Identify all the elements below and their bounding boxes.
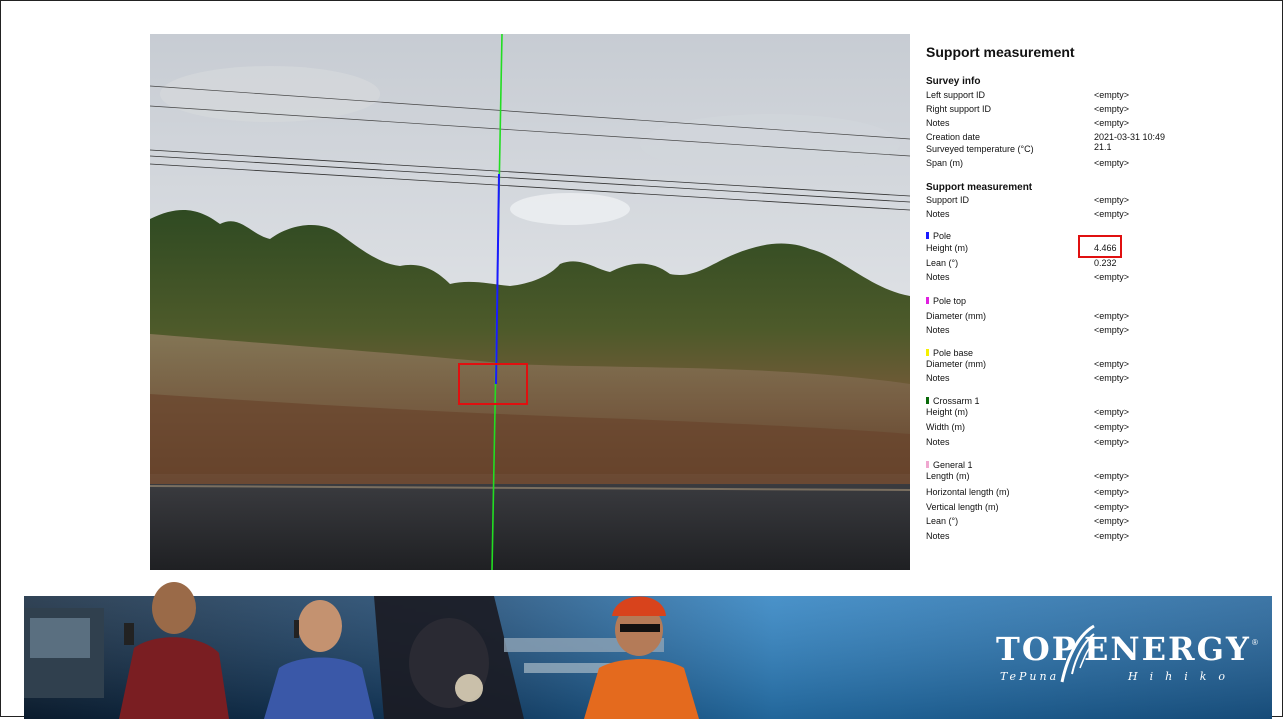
field-value[interactable]: <empty> [1094, 209, 1129, 220]
field-label: Support ID [926, 195, 970, 205]
layer-name: Crossarm 1 [933, 396, 980, 406]
field-general-horizontal-length[interactable]: Horizontal length (m) <empty> [926, 487, 1266, 498]
field-value[interactable]: <empty> [1094, 311, 1129, 322]
support-measurement-heading: Support measurement [926, 182, 1033, 193]
field-support-id[interactable]: Support ID <empty> [926, 195, 1266, 206]
field-general-lean[interactable]: Lean (°) <empty> [926, 516, 1266, 527]
field-label: Length (m) [926, 471, 970, 481]
field-label: Horizontal length (m) [926, 487, 1010, 497]
field-label: Vertical length (m) [926, 502, 999, 512]
field-value[interactable]: <empty> [1094, 373, 1129, 384]
field-label: Notes [926, 209, 950, 219]
field-label: Notes [926, 272, 950, 282]
field-value[interactable]: <empty> [1094, 325, 1129, 336]
field-label: Lean (°) [926, 516, 959, 526]
field-pole-top-diameter[interactable]: Diameter (mm) <empty> [926, 311, 1266, 322]
field-label: Height (m) [926, 407, 969, 417]
field-value[interactable]: <empty> [1094, 437, 1129, 448]
crossarm-color-swatch [926, 397, 929, 404]
field-pole-base-diameter[interactable]: Diameter (mm) <empty> [926, 359, 1266, 370]
field-span[interactable]: Span (m) <empty> [926, 158, 1266, 169]
logo-swoosh-icon [1060, 624, 1095, 683]
field-value[interactable]: <empty> [1094, 195, 1129, 206]
logo-word-energy: ENERGY [1084, 630, 1251, 668]
field-general-notes[interactable]: Notes <empty> [926, 531, 1266, 542]
pole-top-color-swatch [926, 297, 929, 304]
field-label: Diameter (mm) [926, 311, 986, 321]
layer-pole[interactable]: Pole [926, 231, 951, 242]
field-label: Notes [926, 325, 950, 335]
field-value[interactable]: <empty> [1094, 359, 1129, 370]
field-label: Notes [926, 118, 950, 128]
panel-title: Support measurement [926, 44, 1075, 60]
layer-name: Pole base [933, 348, 974, 358]
field-right-support-id[interactable]: Right support ID <empty> [926, 104, 1266, 115]
field-surveyed-temperature[interactable]: Surveyed temperature (°C) 21.1 [926, 142, 1266, 154]
layer-pole-top[interactable]: Pole top [926, 296, 966, 307]
field-support-notes[interactable]: Notes <empty> [926, 209, 1266, 220]
field-label: Lean (°) [926, 258, 959, 268]
pole-color-swatch [926, 232, 929, 239]
field-value[interactable]: <empty> [1094, 90, 1129, 101]
field-general-vertical-length[interactable]: Vertical length (m) <empty> [926, 502, 1266, 513]
field-label: Left support ID [926, 90, 986, 100]
layer-name: Pole [933, 231, 952, 241]
field-label: Span (m) [926, 158, 964, 168]
field-value[interactable]: <empty> [1094, 422, 1129, 433]
field-value[interactable]: <empty> [1094, 118, 1129, 129]
logo-sub-left: TePuna [1000, 670, 1060, 683]
pole-base-color-swatch [926, 349, 929, 356]
field-value[interactable]: <empty> [1094, 531, 1129, 542]
field-label: Notes [926, 437, 950, 447]
field-pole-lean[interactable]: Lean (°) 0.232 [926, 258, 1266, 269]
field-label: Right support ID [926, 104, 992, 114]
general-color-swatch [926, 461, 929, 468]
field-value[interactable]: <empty> [1094, 516, 1129, 527]
field-value[interactable]: <empty> [1094, 407, 1129, 418]
field-label: Diameter (mm) [926, 359, 986, 369]
survey-info-heading: Survey info [926, 76, 981, 87]
field-crossarm-notes[interactable]: Notes <empty> [926, 437, 1266, 448]
field-survey-notes[interactable]: Notes <empty> [926, 118, 1266, 129]
field-label: Notes [926, 373, 950, 383]
layer-name: General 1 [933, 460, 973, 470]
field-label: Height (m) [926, 243, 969, 253]
field-value[interactable]: <empty> [1094, 502, 1129, 513]
field-value[interactable]: <empty> [1094, 272, 1129, 283]
field-pole-top-notes[interactable]: Notes <empty> [926, 325, 1266, 336]
layer-crossarm-1[interactable]: Crossarm 1 [926, 396, 980, 407]
field-value[interactable]: 21.1 [1094, 142, 1112, 153]
highlight-box [1078, 235, 1122, 258]
field-value[interactable]: <empty> [1094, 104, 1129, 115]
logo-sub-right: Hihiko [1128, 670, 1238, 683]
layer-pole-base[interactable]: Pole base [926, 348, 973, 359]
field-value[interactable]: <empty> [1094, 487, 1129, 498]
layer-name: Pole top [933, 296, 967, 306]
field-label: Width (m) [926, 422, 965, 432]
field-value[interactable]: 0.232 [1094, 258, 1117, 269]
field-left-support-id[interactable]: Left support ID <empty> [926, 90, 1266, 101]
field-label: Surveyed temperature (°C) [926, 144, 1034, 154]
logo-registered-mark: ® [1252, 638, 1258, 647]
top-energy-logo: TOP ENERGY ® TePuna Hihiko [996, 616, 1266, 686]
field-value[interactable]: <empty> [1094, 158, 1129, 169]
field-pole-base-notes[interactable]: Notes <empty> [926, 373, 1266, 384]
field-crossarm-width[interactable]: Width (m) <empty> [926, 422, 1266, 433]
field-value[interactable]: <empty> [1094, 471, 1129, 482]
field-label: Notes [926, 531, 950, 541]
field-general-length[interactable]: Length (m) <empty> [926, 471, 1266, 482]
field-crossarm-height[interactable]: Height (m) <empty> [926, 407, 1266, 418]
field-pole-notes[interactable]: Notes <empty> [926, 272, 1266, 283]
layer-general-1[interactable]: General 1 [926, 460, 973, 471]
survey-photo[interactable] [150, 34, 910, 570]
